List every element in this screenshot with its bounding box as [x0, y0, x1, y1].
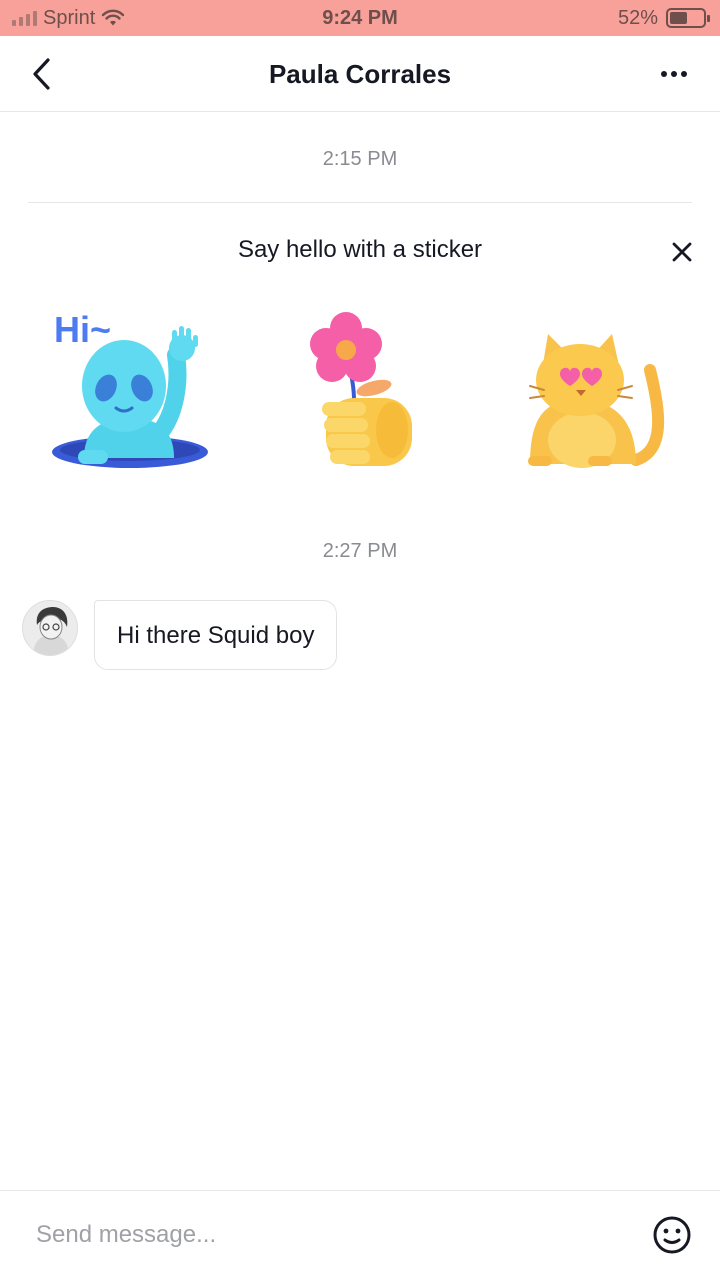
battery-icon — [666, 8, 710, 28]
heart-eyes-cat-sticker[interactable] — [500, 300, 680, 480]
more-horizontal-icon — [661, 71, 667, 77]
timestamp: 2:27 PM — [322, 540, 398, 562]
status-right: 52% — [617, 0, 710, 36]
more-options-button[interactable] — [654, 54, 694, 94]
sticker-hi-text: Hi~ — [54, 309, 111, 350]
status-time: 9:24 PM — [322, 7, 398, 29]
chat-header: Paula Corrales — [0, 36, 720, 112]
emoji-button[interactable] — [652, 1215, 692, 1255]
close-icon — [672, 242, 692, 262]
avatar[interactable] — [22, 600, 78, 656]
message-input[interactable] — [36, 1213, 616, 1257]
alien-waving-hi-sticker[interactable]: Hi~ — [44, 300, 224, 480]
timestamp: 2:15 PM — [322, 148, 398, 170]
divider — [28, 202, 692, 203]
message-bubble[interactable]: Hi there Squid boy — [94, 600, 338, 670]
battery-level-fill — [670, 12, 687, 24]
emoji-smile-icon — [653, 1216, 691, 1254]
battery-percent: 52% — [617, 6, 658, 29]
hand-holding-flower-sticker[interactable] — [270, 300, 450, 480]
status-bar: Sprint 9:24 PM 52% — [0, 0, 720, 36]
message-composer — [0, 1190, 720, 1280]
conversation-title: Paula Corrales — [268, 59, 452, 89]
close-sticker-prompt-button[interactable] — [666, 236, 698, 268]
sticker-prompt-text: Say hello with a sticker — [237, 236, 483, 263]
